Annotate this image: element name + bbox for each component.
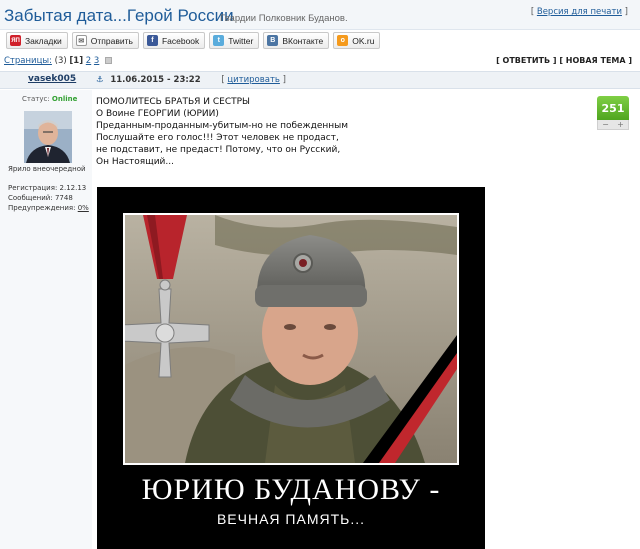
bracket: ] [621,7,628,17]
avatar-portrait [24,111,72,163]
bookmark-icon: ЯП [10,35,21,46]
stat-value: 7748 [54,194,73,202]
topic-subtitle: Гвардии Полковник Буданов. [220,13,348,24]
pagination-bar: Страницы: (3) [1] 2 3 [ ОТВЕТИТЬ ] [ НОВ… [0,54,640,70]
share-label: Закладки [25,35,62,46]
stat-label: Предупреждения: [8,204,76,212]
page-link-2[interactable]: 2 [86,56,91,66]
rating-value: 251 [597,96,629,120]
share-bookmarks-button[interactable]: ЯП Закладки [6,32,68,49]
pagination: Страницы: (3) [1] 2 3 [4,56,113,66]
twitter-icon: t [213,35,225,46]
current-page: [1] [69,56,84,66]
image-photo [123,213,459,465]
image-caption-title: ЮРИЮ БУДАНОВУ - [141,473,441,506]
topic-title[interactable]: Забытая дата...Герой России [4,6,234,26]
next-page-icon[interactable] [105,57,113,64]
stat-label: Сообщений: [8,194,53,202]
post-line: ПОМОЛИТЕСЬ БРАТЬЯ И СЕСТРЫ [96,97,250,107]
share-vkontakte-button[interactable]: B ВКонтакте [263,32,330,49]
reply-button[interactable]: [ ОТВЕТИТЬ ] [496,56,556,65]
post-line: Послушайте его голос!!! Этот человек не … [96,133,339,143]
odnoklassniki-icon: o [337,35,349,46]
share-facebook-button[interactable]: f Facebook [142,32,206,49]
rating-controls: − + [597,120,629,130]
user-rank: Ярило внеочередной [8,165,86,173]
facebook-icon: f [146,35,158,46]
post-image: ЮРИЮ БУДАНОВУ - ВЕЧНАЯ ПАМЯТЬ... [97,187,485,549]
user-messages: Сообщений: 7748 [8,193,89,203]
status-label: Статус: [22,95,50,103]
photo-illustration [125,215,457,463]
user-stats: Регистрация: 2.12.13 Сообщений: 7748 Пре… [8,183,89,213]
user-registration: Регистрация: 2.12.13 [8,183,89,193]
new-topic-button[interactable]: [ НОВАЯ ТЕМА ] [559,56,632,65]
avatar[interactable] [24,111,72,163]
post-date: 11.06.2015 - 23:22 [110,75,201,85]
page-link-3[interactable]: 3 [94,56,99,66]
share-label: Twitter [228,35,254,46]
quote: [ цитировать ] [221,75,286,85]
pages-count: (3) [54,56,67,66]
post-meta: ⚓ 11.06.2015 - 23:22 [ цитировать ] [96,75,286,85]
user-warnings: Предупреждения: 0% [8,203,89,213]
share-label: Facebook [161,35,200,46]
share-okru-button[interactable]: o OK.ru [333,32,381,49]
post-line: не подставит, не предаст! Потому, что он… [96,145,341,155]
share-bar: ЯП Закладки ✉ Отправить f Facebook t Twi… [6,32,381,50]
user-status: Статус: Online [22,95,77,103]
share-send-button[interactable]: ✉ Отправить [71,32,139,49]
stat-label: Регистрация: [8,184,58,192]
rating-plus-button[interactable]: + [617,120,624,129]
vkontakte-icon: B [267,35,279,46]
post-line: Он Настоящий... [96,157,174,167]
print-version: [ Версия для печати ] [531,7,628,17]
print-version-link[interactable]: Версия для печати [537,7,622,17]
post-body: ПОМОЛИТЕСЬ БРАТЬЯ И СЕСТРЫ О Воине ГЕОРГ… [96,96,576,168]
pages-label[interactable]: Страницы: [4,56,52,66]
rating-minus-button[interactable]: − [602,120,609,129]
share-label: Отправить [90,35,133,46]
image-caption-subtitle: ВЕЧНАЯ ПАМЯТЬ... [216,511,366,527]
quote-link[interactable]: цитировать [227,75,280,85]
status-online: Online [51,95,78,103]
stat-value: 2.12.13 [59,184,87,192]
share-label: OK.ru [352,35,375,46]
post-header: vasek005 ⚓ 11.06.2015 - 23:22 [ цитирова… [0,71,640,89]
envelope-icon: ✉ [75,35,87,46]
post-line: О Воине ГЕОРГИИ (ЮРИИ) [96,109,219,119]
user-panel: Статус: Online Ярило внеочередной Регист… [0,90,92,549]
post-author[interactable]: vasek005 [28,74,76,84]
share-label: ВКонтакте [282,35,324,46]
post-line: Преданным-проданным-убитым-но не побежде… [96,121,349,131]
topic-header: Забытая дата...Герой России Гвардии Полк… [0,0,640,30]
topic-actions: [ ОТВЕТИТЬ ] [ НОВАЯ ТЕМА ] [496,56,632,65]
post-rating: 251 − + [597,96,629,132]
post-anchor-icon[interactable]: ⚓ [96,75,104,85]
share-twitter-button[interactable]: t Twitter [209,32,260,49]
bracket: ] [279,75,286,85]
warnings-link[interactable]: 0% [78,204,89,212]
